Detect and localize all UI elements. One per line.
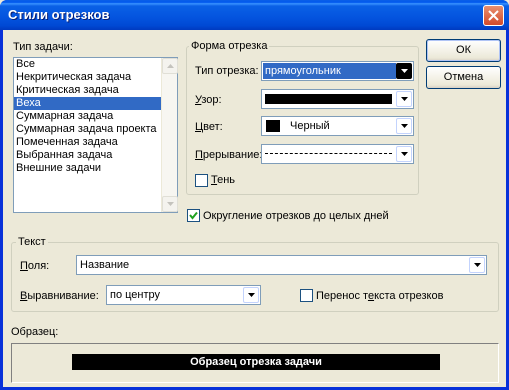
- color-label: Цвет:: [195, 121, 223, 133]
- sample-bar: Образец отрезка задачи: [72, 354, 440, 370]
- checkmark-icon: [189, 211, 198, 220]
- border-dash-line: [265, 153, 392, 154]
- chevron-down-icon: [248, 293, 255, 297]
- chevron-down-icon: [167, 202, 174, 206]
- rounding-label: Округление отрезков до целых дней: [203, 210, 389, 222]
- align-select[interactable]: по центру: [106, 285, 261, 305]
- scroll-up-button[interactable]: [162, 58, 178, 74]
- color-swatch: [266, 120, 280, 132]
- dialog-window: Стили отрезков Тип задачи: Все Некритичес…: [0, 0, 509, 390]
- title-bar[interactable]: Стили отрезков: [0, 0, 509, 30]
- chevron-down-icon: [474, 263, 481, 267]
- text-legend: Текст: [16, 236, 48, 248]
- ok-button[interactable]: ОК: [426, 39, 501, 62]
- list-item[interactable]: Внешние задачи: [14, 162, 162, 175]
- scroll-down-button[interactable]: [162, 196, 178, 212]
- list-item[interactable]: Веха: [14, 97, 162, 110]
- border-label: Прерывание:: [195, 149, 263, 161]
- task-type-label: Тип задачи:: [13, 41, 73, 53]
- pattern-swatch: [265, 94, 392, 104]
- fields-select[interactable]: Название: [76, 255, 487, 275]
- chevron-down-icon: [401, 97, 408, 101]
- border-dropdown-button[interactable]: [396, 146, 412, 162]
- close-icon: [488, 10, 499, 21]
- window-title: Стили отрезков: [8, 7, 110, 22]
- list-item[interactable]: Суммарная задача проекта: [14, 123, 162, 136]
- color-value: Черный: [290, 120, 330, 132]
- wrap-text-label: Перенос текста отрезков: [316, 290, 444, 302]
- pattern-select[interactable]: [261, 89, 414, 109]
- color-select[interactable]: Черный: [261, 116, 414, 136]
- fields-label: Поля:: [20, 260, 50, 272]
- bar-type-dropdown-button[interactable]: [396, 63, 412, 79]
- cancel-button[interactable]: Отмена: [426, 66, 501, 89]
- chevron-down-icon: [401, 69, 408, 73]
- list-item[interactable]: Помеченная задача: [14, 136, 162, 149]
- dialog-body: Тип задачи: Все Некритическая задача Крити…: [3, 30, 506, 387]
- list-item[interactable]: Все: [14, 58, 162, 71]
- border-select[interactable]: [261, 144, 414, 164]
- list-item[interactable]: Суммарная задача: [14, 110, 162, 123]
- list-item[interactable]: Некритическая задача: [14, 71, 162, 84]
- align-label: Выравнивание:: [20, 290, 99, 302]
- task-list-scrollbar[interactable]: [161, 58, 178, 212]
- bar-type-select[interactable]: прямоугольник: [261, 61, 414, 81]
- rounding-checkbox[interactable]: [187, 209, 200, 222]
- pattern-label: Узор:: [195, 94, 222, 106]
- wrap-text-checkbox[interactable]: [300, 289, 313, 302]
- chevron-down-icon: [401, 124, 408, 128]
- align-dropdown-button[interactable]: [243, 287, 259, 303]
- chevron-up-icon: [167, 64, 174, 68]
- align-value: по центру: [110, 289, 161, 301]
- bar-shape-legend: Форма отрезка: [189, 40, 270, 52]
- bar-type-value: прямоугольник: [265, 65, 341, 77]
- sample-label: Образец:: [11, 326, 59, 338]
- shadow-label: Тень: [211, 174, 236, 186]
- chevron-down-icon: [401, 152, 408, 156]
- list-item[interactable]: Выбранная задача: [14, 149, 162, 162]
- fields-dropdown-button[interactable]: [469, 257, 485, 273]
- task-type-list[interactable]: Все Некритическая задача Критическая задач…: [13, 57, 178, 213]
- color-dropdown-button[interactable]: [396, 118, 412, 134]
- fields-value: Название: [80, 259, 130, 271]
- list-item[interactable]: Критическая задача: [14, 84, 162, 97]
- shadow-checkbox[interactable]: [195, 174, 208, 187]
- bar-type-label: Тип отрезка:: [195, 65, 259, 77]
- sample-panel: Образец отрезка задачи: [11, 343, 499, 383]
- close-button[interactable]: [483, 5, 504, 26]
- pattern-dropdown-button[interactable]: [396, 91, 412, 107]
- task-type-items: Все Некритическая задача Критическая задач…: [14, 58, 162, 175]
